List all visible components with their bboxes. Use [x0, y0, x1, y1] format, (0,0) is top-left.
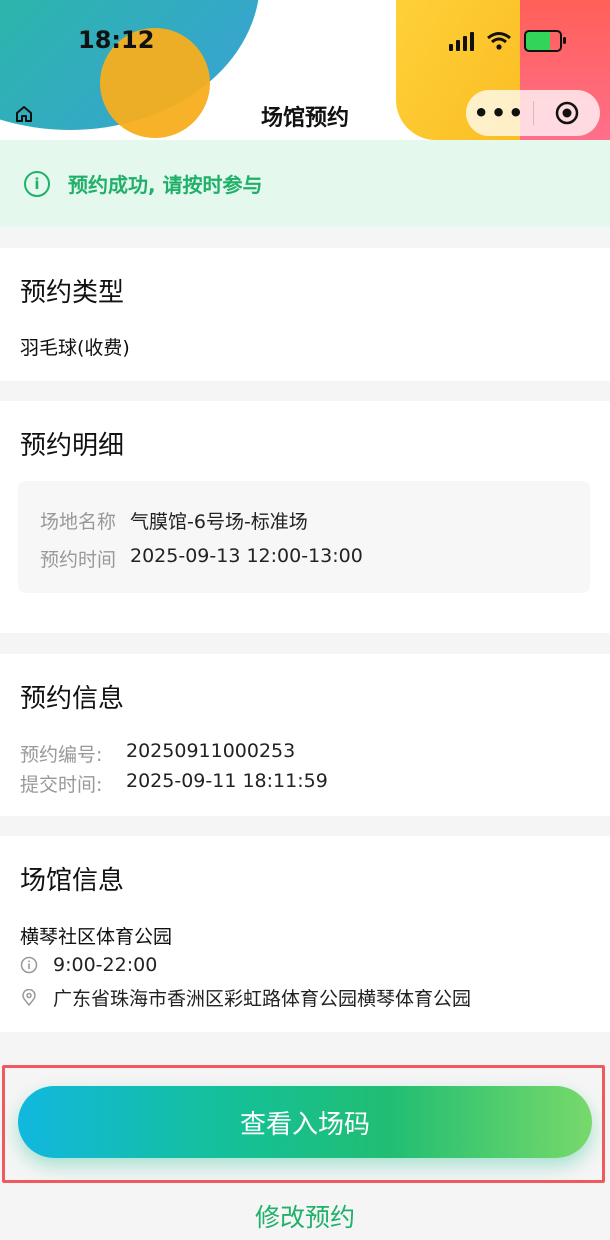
venue-hours-row: 9:00-22:00 — [20, 954, 157, 976]
booking-number-value: 20250911000253 — [126, 740, 296, 762]
info-icon: i — [24, 170, 50, 197]
booking-time-label: 预约时间 — [40, 549, 117, 571]
booking-detail-box: 场地名称 气膜馆-6号场-标准场 预约时间 2025-09-13 12:00-1… — [18, 481, 590, 593]
venue-address-row: 广东省珠海市香洲区彩虹路体育公园横琴体育公园 — [20, 984, 471, 1011]
venue-hours: 9:00-22:00 — [53, 954, 158, 976]
submit-time-value: 2025-09-11 18:11:59 — [126, 770, 328, 792]
booking-type-title: 预约类型 — [20, 278, 125, 308]
venue-name-row: 场地名称 气膜馆-6号场-标准场 — [40, 507, 308, 534]
wifi-icon — [487, 32, 511, 50]
venue-address: 广东省珠海市香洲区彩虹路体育公园横琴体育公园 — [53, 988, 472, 1010]
battery-icon — [524, 30, 566, 52]
venue-name: 横琴社区体育公园 — [20, 926, 173, 948]
venue-name-label: 场地名称 — [40, 511, 117, 533]
signal-icon — [449, 31, 474, 51]
clock-info-icon — [20, 954, 40, 976]
close-target-icon[interactable] — [534, 100, 600, 126]
top-header: 18:12 场馆预约 ••• — [0, 0, 610, 140]
status-icons — [449, 30, 566, 52]
success-banner: i 预约成功, 请按时参与 — [0, 140, 610, 227]
booking-time-row: 预约时间 2025-09-13 12:00-13:00 — [40, 545, 363, 572]
venue-info-title: 场馆信息 — [20, 866, 125, 896]
venue-name-value: 气膜馆-6号场-标准场 — [130, 511, 308, 533]
booking-number-row: 预约编号: 20250911000253 — [20, 740, 295, 767]
venue-info-card: 场馆信息 横琴社区体育公园 9:00-22:00 广东省珠海市香洲区彩虹路体育公… — [0, 836, 610, 1032]
booking-number-label: 预约编号: — [20, 744, 103, 766]
location-pin-icon — [20, 984, 40, 1011]
booking-type-value: 羽毛球(收费) — [20, 337, 130, 359]
mini-program-capsule: ••• — [466, 90, 600, 136]
submit-time-label: 提交时间: — [20, 774, 103, 796]
status-time: 18:12 — [78, 26, 155, 54]
booking-type-card: 预约类型 羽毛球(收费) — [0, 248, 610, 381]
more-icon[interactable]: ••• — [466, 99, 533, 127]
submit-time-row: 提交时间: 2025-09-11 18:11:59 — [20, 770, 328, 797]
booking-info-title: 预约信息 — [20, 684, 125, 714]
booking-info-card: 预约信息 预约编号: 20250911000253 提交时间: 2025-09-… — [0, 654, 610, 816]
modify-booking-link[interactable]: 修改预约 — [0, 1198, 610, 1234]
booking-detail-card: 预约明细 场地名称 气膜馆-6号场-标准场 预约时间 2025-09-13 12… — [0, 401, 610, 633]
booking-detail-title: 预约明细 — [20, 431, 125, 461]
booking-time-value: 2025-09-13 12:00-13:00 — [130, 545, 363, 567]
success-message: 预约成功, 请按时参与 — [68, 173, 263, 197]
view-entry-code-button[interactable]: 查看入场码 — [18, 1086, 592, 1158]
